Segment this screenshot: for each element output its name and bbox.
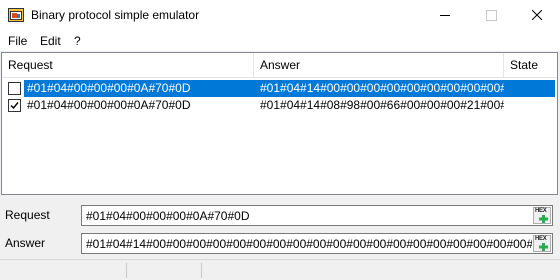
list-row[interactable]: #01#04#00#00#00#0A#70#0D #01#04#14#08#98… [2,97,557,114]
maximize-button[interactable] [468,0,514,31]
column-header-answer[interactable]: Answer [254,53,504,77]
request-hex-button[interactable]: HEX [533,207,551,224]
answer-label: Answer [5,236,46,250]
status-divider [201,263,202,278]
answer-hex-button[interactable]: HEX [533,235,551,252]
list-row[interactable]: #01#04#00#00#00#0A#70#0D #01#04#14#00#00… [2,80,557,97]
checkmark-icon [10,102,19,110]
request-input[interactable]: #01#04#00#00#00#0A#70#0D HEX [81,205,553,226]
title-bar: Binary protocol simple emulator [0,0,560,31]
row-answer-cell: #01#04#14#00#00#00#00#00#00#00#00#00#00 [260,81,504,95]
hex-add-icon [539,243,548,251]
row-request-cell: #01#04#00#00#00#0A#70#0D [27,98,191,112]
column-header-state[interactable]: State [504,53,557,77]
menu-file[interactable]: File [8,34,27,48]
request-input-value: #01#04#00#00#00#0A#70#0D [86,209,250,223]
minimize-button[interactable] [422,0,468,31]
answer-input-value: #01#04#14#00#00#00#00#00#00#00#00#00#00#… [86,237,532,251]
menu-bar: File Edit ? [0,31,560,51]
menu-edit[interactable]: Edit [40,34,61,48]
list-header: Request Answer State [2,53,557,78]
window-title: Binary protocol simple emulator [31,8,200,22]
column-header-request[interactable]: Request [2,53,254,77]
status-divider [126,263,127,278]
request-label: Request [5,208,50,222]
request-list[interactable]: Request Answer State #01#04#00#00#00#0A#… [1,52,558,195]
app-window-icon [8,7,24,23]
row-checkbox[interactable] [8,99,21,112]
hex-add-icon [539,215,548,223]
row-answer-cell: #01#04#14#08#98#00#66#00#00#00#21#00#00 [260,98,504,112]
row-checkbox[interactable] [8,82,21,95]
close-icon [531,9,543,23]
minimize-icon [440,15,450,16]
main-panel: Request Answer State #01#04#00#00#00#0A#… [0,51,560,280]
close-button[interactable] [514,0,560,31]
maximize-icon [485,10,497,21]
hex-label: HEX [535,208,547,214]
menu-help[interactable]: ? [74,34,81,48]
answer-input[interactable]: #01#04#14#00#00#00#00#00#00#00#00#00#00#… [81,233,553,254]
hex-label: HEX [535,236,547,242]
status-bar [0,260,560,280]
row-request-cell: #01#04#00#00#00#0A#70#0D [27,81,191,95]
